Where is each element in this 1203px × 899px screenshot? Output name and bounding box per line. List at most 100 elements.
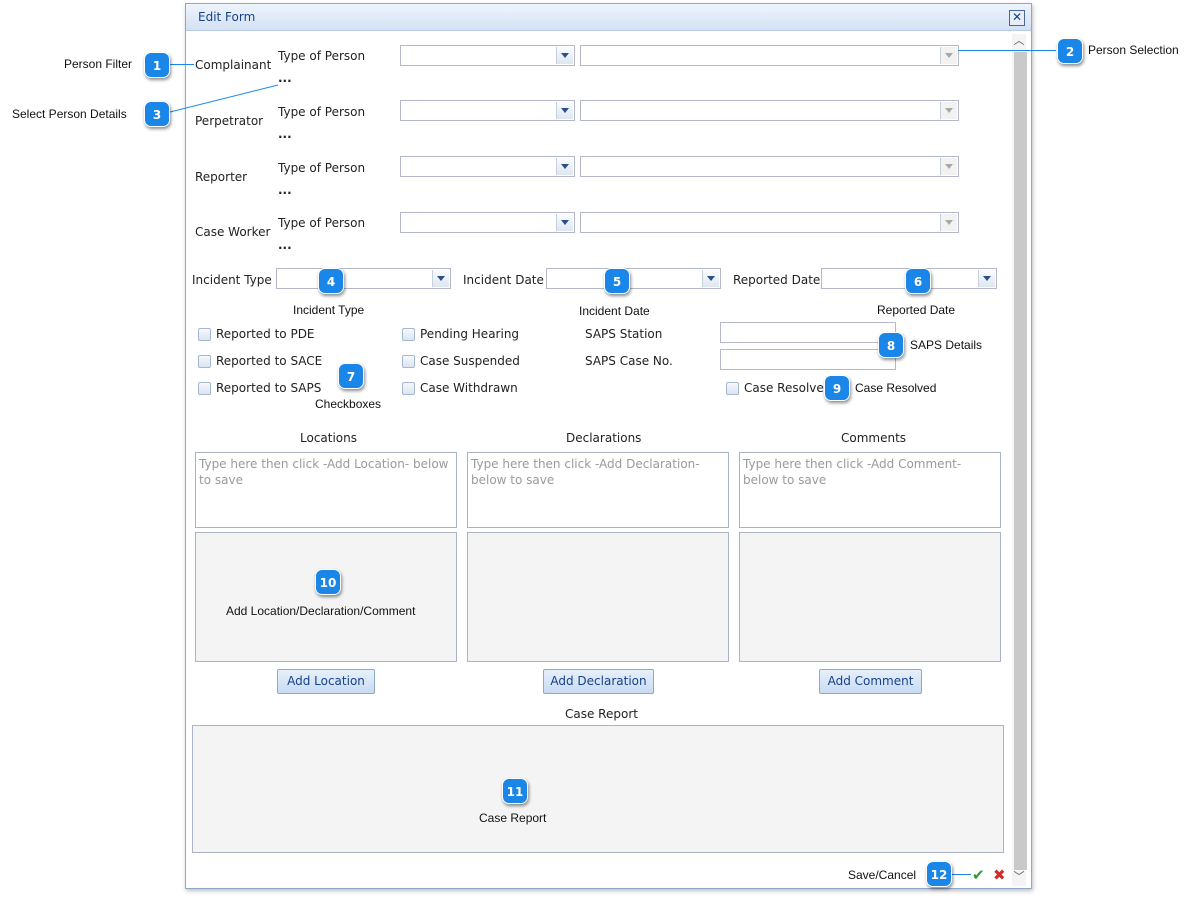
- complainant-person-combo[interactable]: [580, 45, 959, 66]
- callout-connector: [951, 874, 971, 875]
- chevron-down-icon[interactable]: [556, 102, 573, 119]
- checkbox-case-withdrawn[interactable]: [402, 382, 415, 395]
- declarations-title: Declarations: [566, 431, 642, 445]
- saps-station-label: SAPS Station: [585, 327, 663, 341]
- checkbox-case-suspended[interactable]: [402, 355, 415, 368]
- perpetrator-label: Perpetrator: [195, 114, 264, 128]
- reporter-type-combo[interactable]: [400, 156, 575, 177]
- chevron-down-icon[interactable]: ﹀: [1012, 870, 1026, 884]
- checkbox-label: Case Withdrawn: [420, 381, 518, 395]
- chevron-down-icon[interactable]: [702, 270, 719, 287]
- callout-label: SAPS Details: [910, 338, 983, 352]
- callout-badge-5: 5: [604, 268, 630, 294]
- check-icon[interactable]: ✔: [972, 866, 985, 884]
- checkbox-label: Reported to SAPS: [216, 381, 322, 395]
- chevron-down-icon[interactable]: [940, 102, 957, 119]
- add-location-button[interactable]: Add Location: [277, 669, 375, 694]
- callout-label: Save/Cancel: [848, 868, 917, 882]
- case-report-textarea[interactable]: [192, 725, 1004, 853]
- comments-list: [739, 532, 1001, 662]
- locations-list: [195, 532, 457, 662]
- callout-badge-10: 10: [315, 569, 341, 595]
- callout-label: Incident Type: [293, 303, 365, 317]
- callout-label: Case Report: [479, 811, 547, 825]
- type-of-person-label: Type of Person: [278, 105, 366, 119]
- callout-badge-2: 2: [1057, 38, 1083, 64]
- callout-badge-11: 11: [502, 778, 528, 804]
- checkbox-case-resolved[interactable]: [726, 382, 739, 395]
- locations-title: Locations: [300, 431, 358, 445]
- callout-badge-1: 1: [144, 52, 170, 78]
- callout-connector: [166, 84, 279, 114]
- chevron-down-icon[interactable]: [556, 47, 573, 64]
- checkbox-label: Case Suspended: [420, 354, 520, 368]
- checkbox-label: Reported to SACE: [216, 354, 323, 368]
- incident-type-combo[interactable]: [276, 268, 451, 289]
- chevron-down-icon[interactable]: [432, 270, 449, 287]
- type-of-person-label: Type of Person: [278, 49, 366, 63]
- callout-badge-12: 12: [926, 861, 952, 887]
- location-textarea[interactable]: Type here then click -Add Location- belo…: [195, 452, 457, 528]
- chevron-down-icon[interactable]: [940, 158, 957, 175]
- checkbox-label: Reported to PDE: [216, 327, 315, 341]
- callout-badge-8: 8: [878, 332, 904, 358]
- perpetrator-type-combo[interactable]: [400, 100, 575, 121]
- select-person-details-link[interactable]: ...: [278, 127, 292, 141]
- case-report-title: Case Report: [565, 707, 638, 721]
- case-worker-label: Case Worker: [195, 225, 271, 239]
- saps-case-no-input[interactable]: [720, 349, 896, 370]
- case-worker-type-combo[interactable]: [400, 212, 575, 233]
- incident-date-label: Incident Date: [463, 273, 544, 287]
- comments-title: Comments: [841, 431, 907, 445]
- select-person-details-link[interactable]: ...: [278, 71, 292, 85]
- callout-label: Checkboxes: [315, 397, 382, 411]
- add-declaration-button[interactable]: Add Declaration: [543, 669, 654, 694]
- callout-label: Person Selection: [1088, 43, 1179, 57]
- chevron-down-icon[interactable]: [978, 270, 995, 287]
- reporter-person-combo[interactable]: [580, 156, 959, 177]
- chevron-down-icon[interactable]: [556, 214, 573, 231]
- callout-connector: [168, 64, 194, 65]
- chevron-down-icon[interactable]: [940, 47, 957, 64]
- declaration-textarea[interactable]: Type here then click -Add Declaration- b…: [467, 452, 729, 528]
- perpetrator-person-combo[interactable]: [580, 100, 959, 121]
- select-person-details-link[interactable]: ...: [278, 238, 292, 252]
- callout-badge-4: 4: [318, 268, 344, 294]
- checkbox-label: Case Resolved: [744, 381, 832, 395]
- title-bar[interactable]: Edit Form ✕: [186, 4, 1031, 31]
- callout-label: Person Filter: [64, 57, 133, 71]
- reported-date-label: Reported Date: [733, 273, 821, 287]
- checkbox-reported-to-sace[interactable]: [198, 355, 211, 368]
- window-title: Edit Form: [198, 10, 256, 24]
- complainant-label: Complainant: [195, 58, 272, 72]
- chevron-down-icon[interactable]: [940, 214, 957, 231]
- case-worker-person-combo[interactable]: [580, 212, 959, 233]
- declarations-list: [467, 532, 729, 662]
- chevron-up-icon[interactable]: ︿: [1012, 34, 1026, 48]
- checkbox-pending-hearing[interactable]: [402, 328, 415, 341]
- callout-label: Incident Date: [579, 304, 650, 318]
- close-icon[interactable]: ✕: [1009, 10, 1025, 26]
- select-person-details-link[interactable]: ...: [278, 183, 292, 197]
- checkbox-reported-to-saps[interactable]: [198, 382, 211, 395]
- chevron-down-icon[interactable]: [556, 158, 573, 175]
- incident-date-field[interactable]: [546, 268, 721, 289]
- add-comment-button[interactable]: Add Comment: [819, 669, 922, 694]
- callout-badge-9: 9: [824, 375, 850, 401]
- type-of-person-label: Type of Person: [278, 216, 366, 230]
- callout-label: Reported Date: [877, 303, 956, 317]
- saps-case-no-label: SAPS Case No.: [585, 354, 673, 368]
- callout-label: Case Resolved: [855, 381, 937, 395]
- callout-connector: [958, 50, 1056, 51]
- callout-badge-7: 7: [338, 363, 364, 389]
- checkbox-reported-to-pde[interactable]: [198, 328, 211, 341]
- complainant-type-combo[interactable]: [400, 45, 575, 66]
- cross-icon[interactable]: ✖: [993, 866, 1006, 884]
- callout-badge-6: 6: [905, 268, 931, 294]
- callout-label: Select Person Details: [12, 107, 127, 121]
- comment-textarea[interactable]: Type here then click -Add Comment- below…: [739, 452, 1001, 528]
- saps-station-input[interactable]: [720, 322, 896, 343]
- scrollbar-thumb[interactable]: [1014, 52, 1027, 870]
- type-of-person-label: Type of Person: [278, 161, 366, 175]
- callout-badge-3: 3: [144, 101, 170, 127]
